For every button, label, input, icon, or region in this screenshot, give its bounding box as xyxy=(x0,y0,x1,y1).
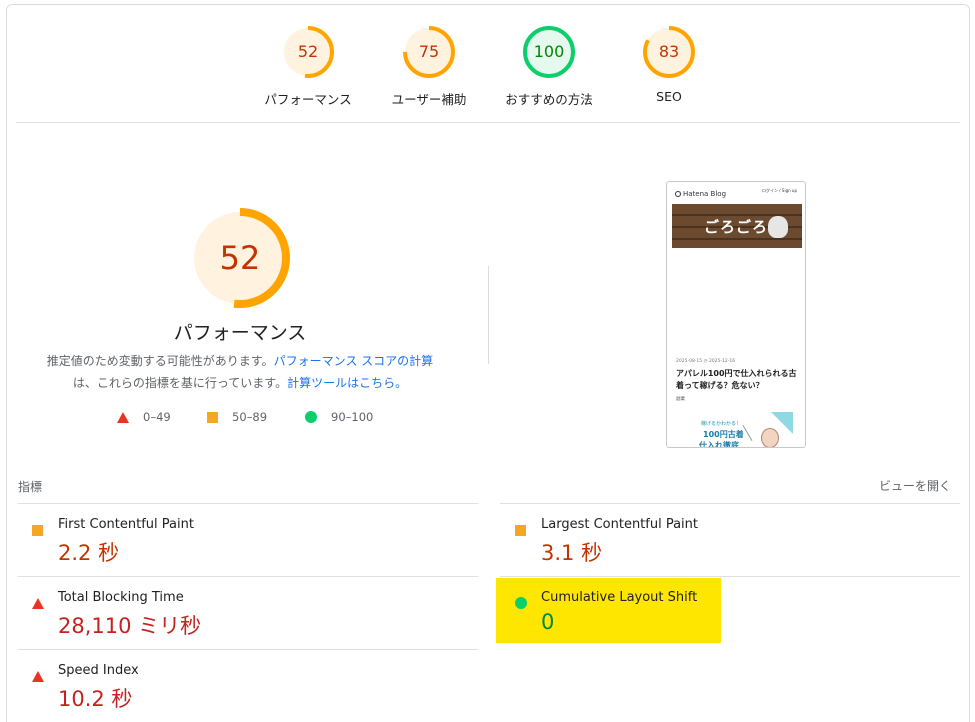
performance-main-gauge: 52 xyxy=(190,208,290,308)
thumb-category: 副業 xyxy=(676,397,685,402)
gauge-best-practices[interactable]: 100 おすすめの方法 xyxy=(489,26,609,108)
square-icon xyxy=(207,411,218,423)
thumb-meta: 2025-08-15 ◷ 2025-12-16 xyxy=(676,359,736,364)
triangle-icon xyxy=(32,667,44,686)
performance-description: 推定値のため変動する可能性があります。パフォーマンス スコアの計算 は、これらの… xyxy=(30,350,450,394)
description-text-2: は、これらの指標を基に行っています。 xyxy=(72,376,288,390)
banner-slash xyxy=(742,424,753,442)
cls-highlight xyxy=(496,578,721,643)
calculator-link[interactable]: 計算ツールはこちら。 xyxy=(287,376,407,390)
banner-line-3: 仕入れ徹底 xyxy=(699,441,739,448)
metric-value: 0 xyxy=(541,610,555,634)
thumb-signin: ログイン / Sign up xyxy=(762,188,797,193)
metric-name: Largest Contentful Paint xyxy=(541,517,699,532)
square-icon xyxy=(32,521,43,540)
gauge-label: パフォーマンス xyxy=(264,92,352,107)
circle-icon xyxy=(515,594,527,613)
thumb-article-title: アパレル100円で仕入れられる古着って稼げる？危ない？ xyxy=(676,369,797,390)
metric-name: Total Blocking Time xyxy=(58,590,184,605)
legend-fail: 0–49 xyxy=(117,410,171,424)
legend-fail-label: 0–49 xyxy=(143,410,171,424)
metric-divider xyxy=(500,503,960,504)
gauge-performance[interactable]: 52 パフォーマンス xyxy=(248,26,368,108)
metrics-header: 指標 xyxy=(18,480,43,494)
person-illustration-icon xyxy=(761,428,779,447)
thumb-hero-image: ごろごろ xyxy=(672,204,802,248)
gauge-score: 75 xyxy=(418,42,440,61)
open-view-toggle[interactable]: ビューを開く xyxy=(879,477,951,494)
legend-pass: 90–100 xyxy=(305,410,373,424)
gauge-score: 52 xyxy=(297,42,319,61)
gauge-accessibility[interactable]: 75 ユーザー補助 xyxy=(369,26,489,108)
metric-divider xyxy=(500,576,960,577)
triangle-icon xyxy=(32,594,44,613)
performance-main-title: パフォーマンス xyxy=(173,322,307,344)
cat-illustration-icon xyxy=(768,216,788,238)
metric-name: Speed Index xyxy=(58,663,139,678)
metric-name: First Contentful Paint xyxy=(58,517,194,532)
gauge-score: 83 xyxy=(658,42,680,61)
gauge-score: 100 xyxy=(533,42,565,61)
gauge-ring: 52 xyxy=(282,26,334,78)
gauge-label: おすすめの方法 xyxy=(505,92,593,107)
metric-value: 3.1 秒 xyxy=(541,541,603,565)
gauge-ring: 83 xyxy=(643,26,695,78)
gauge-seo[interactable]: 83 SEO xyxy=(609,26,729,104)
gauge-label: ユーザー補助 xyxy=(391,92,467,107)
triangle-icon xyxy=(117,411,129,423)
metric-value: 10.2 秒 xyxy=(58,687,133,711)
shelf-line xyxy=(672,238,802,240)
gauge-label: SEO xyxy=(656,89,682,104)
score-calculation-link[interactable]: パフォーマンス スコアの計算 xyxy=(274,354,434,368)
page-screenshot-thumbnail[interactable]: Hatena Blog ログイン / Sign up ごろごろ 2025-08-… xyxy=(666,181,806,448)
gauge-ring: 100 xyxy=(523,26,575,78)
metric-value: 2.2 秒 xyxy=(58,541,120,565)
thumb-hero-logo: ごろごろ xyxy=(704,218,769,236)
gauge-ring: 75 xyxy=(403,26,455,78)
hatena-logo-icon xyxy=(675,191,681,197)
legend-pass-label: 90–100 xyxy=(331,410,374,424)
legend-average: 50–89 xyxy=(207,410,267,424)
vertical-divider xyxy=(488,266,489,364)
banner-line-2: 100円古着 xyxy=(703,430,744,439)
metric-divider xyxy=(18,649,478,650)
banner-line-1: 稼げるかわかる！ xyxy=(701,421,742,427)
metric-name: Cumulative Layout Shift xyxy=(541,590,698,605)
metric-divider xyxy=(18,503,478,504)
square-icon xyxy=(515,521,526,540)
legend-average-label: 50–89 xyxy=(232,410,268,424)
thumb-site-name-text: Hatena Blog xyxy=(683,190,727,198)
description-text-1: 推定値のため変動する可能性があります。 xyxy=(46,354,274,368)
thumb-site-name: Hatena Blog xyxy=(675,190,726,198)
thumb-banner: 稼げるかわかる！ 100円古着 仕入れ徹底 xyxy=(681,412,801,448)
circle-icon xyxy=(305,411,317,423)
performance-main-score: 52 xyxy=(219,239,261,277)
gauges-divider xyxy=(16,122,960,123)
metric-divider xyxy=(18,576,478,577)
metric-value: 28,110 ミリ秒 xyxy=(58,614,202,638)
